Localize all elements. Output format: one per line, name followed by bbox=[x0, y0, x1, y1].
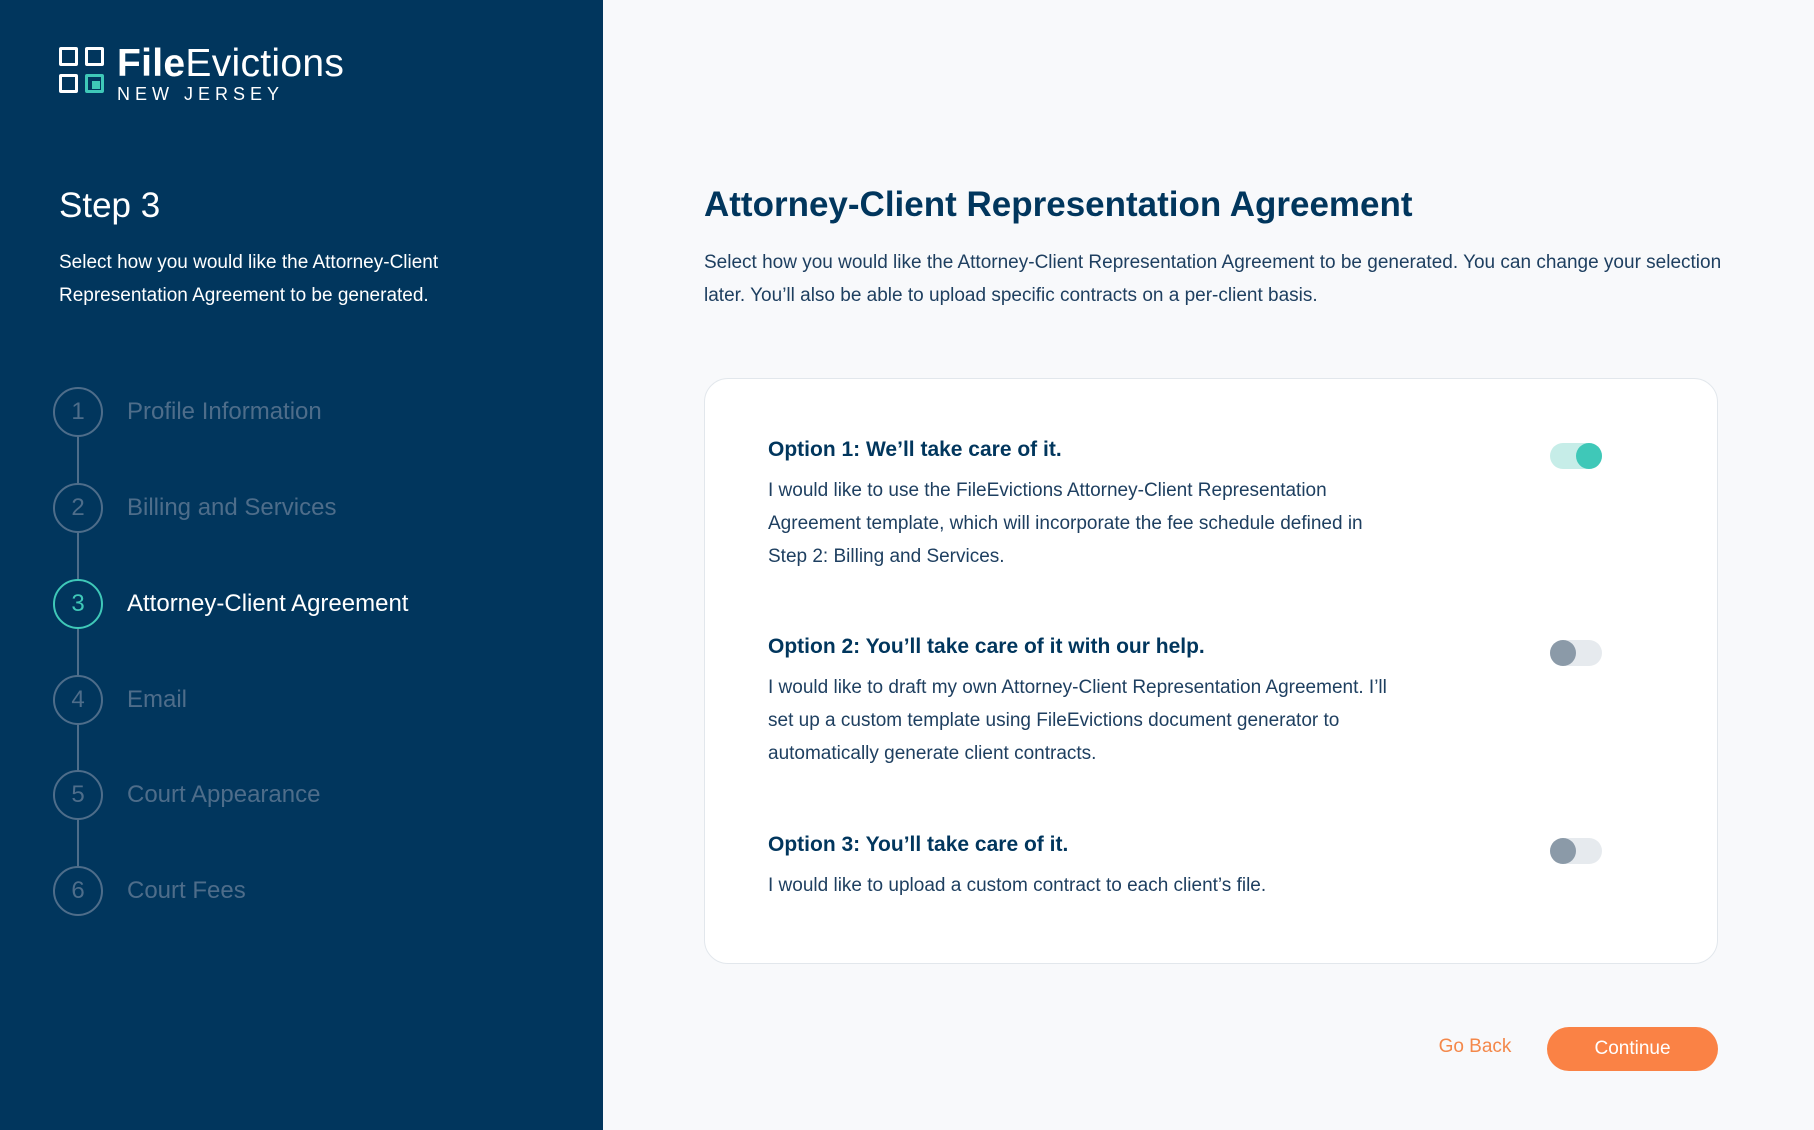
sidebar: FileEvictions NEW JERSEY Step 3 Select h… bbox=[0, 0, 603, 1130]
step-number: 4 bbox=[53, 675, 103, 725]
step-description: Select how you would like the Attorney-C… bbox=[59, 252, 439, 306]
continue-button[interactable]: Continue bbox=[1547, 1027, 1718, 1071]
page-title: Attorney-Client Representation Agreement bbox=[704, 185, 1413, 224]
step-number: 3 bbox=[53, 579, 103, 629]
option-3-toggle[interactable] bbox=[1550, 838, 1602, 864]
step-item-court-appearance[interactable]: 5 Court Appearance bbox=[53, 770, 320, 820]
step-label: Email bbox=[127, 686, 188, 713]
step-number: 2 bbox=[53, 483, 103, 533]
option-1: Option 1: We’ll take care of it. I would… bbox=[768, 438, 1668, 573]
option-title: Option 3: You’ll take care of it. bbox=[768, 833, 1069, 856]
option-3: Option 3: You’ll take care of it. I woul… bbox=[768, 833, 1668, 902]
step-item-billing-and-services[interactable]: 2 Billing and Services bbox=[53, 483, 336, 533]
option-description: I would like to draft my own Attorney-Cl… bbox=[768, 677, 1387, 764]
step-item-court-fees[interactable]: 6 Court Fees bbox=[53, 866, 246, 916]
step-number: 5 bbox=[53, 770, 103, 820]
page-description: Select how you would like the Attorney-C… bbox=[704, 252, 1722, 306]
step-label: Court Fees bbox=[127, 877, 246, 904]
step-label: Court Appearance bbox=[127, 781, 321, 808]
option-title: Option 2: You’ll take care of it with ou… bbox=[768, 635, 1205, 658]
option-2: Option 2: You’ll take care of it with ou… bbox=[768, 635, 1668, 770]
option-title: Option 1: We’ll take care of it. bbox=[768, 438, 1062, 461]
logo-region: NEW JERSEY bbox=[117, 84, 285, 104]
logo-wordmark: FileEvictions bbox=[117, 42, 345, 85]
toggle-knob bbox=[1576, 443, 1602, 469]
logo-grid-icon bbox=[59, 47, 105, 95]
step-label: Profile Information bbox=[127, 398, 322, 425]
step-item-attorney-client-agreement[interactable]: 3 Attorney-Client Agreement bbox=[53, 579, 408, 629]
toggle-knob bbox=[1550, 838, 1576, 864]
step-item-profile-information[interactable]: 1 Profile Information bbox=[53, 387, 322, 437]
option-description: I would like to upload a custom contract… bbox=[768, 875, 1267, 896]
step-number: 1 bbox=[53, 387, 103, 437]
step-label: Billing and Services bbox=[127, 494, 337, 521]
toggle-knob bbox=[1550, 640, 1576, 666]
go-back-button[interactable]: Go Back bbox=[1420, 1036, 1530, 1058]
option-1-toggle[interactable] bbox=[1550, 443, 1602, 469]
options-card: Option 1: We’ll take care of it. I would… bbox=[704, 378, 1718, 964]
option-2-toggle[interactable] bbox=[1550, 640, 1602, 666]
step-label: Attorney-Client Agreement bbox=[127, 590, 409, 617]
step-item-email[interactable]: 4 Email bbox=[53, 675, 187, 725]
option-description: I would like to use the FileEvictions At… bbox=[768, 480, 1363, 567]
step-title: Step 3 bbox=[59, 186, 161, 225]
logo[interactable]: FileEvictions NEW JERSEY bbox=[59, 44, 344, 103]
step-number: 6 bbox=[53, 866, 103, 916]
